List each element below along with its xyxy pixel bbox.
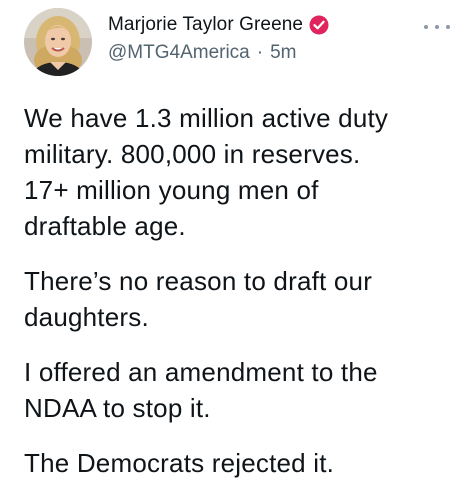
tweet-body: We have 1.3 million active duty military… xyxy=(24,100,454,500)
author-handle[interactable]: @MTG4America xyxy=(108,42,250,64)
meta-separator: · xyxy=(256,42,264,63)
tweet-card: Marjorie Taylor Greene @MTG4America · 5m… xyxy=(0,0,468,500)
verified-badge-icon xyxy=(309,15,329,35)
more-options-icon[interactable] xyxy=(424,22,450,32)
author-name-row: Marjorie Taylor Greene xyxy=(108,12,329,38)
author-display-name[interactable]: Marjorie Taylor Greene xyxy=(108,14,303,36)
tweet-paragraph: We have 1.3 million active duty military… xyxy=(24,103,389,241)
avatar[interactable] xyxy=(24,8,92,76)
tweet-paragraph: There’s no reason to draft our daughters… xyxy=(24,266,373,332)
avatar-image xyxy=(24,8,92,76)
tweet-timestamp[interactable]: 5m xyxy=(270,42,296,64)
tweet-paragraph: I offered an amendment to the NDAA to st… xyxy=(24,357,378,423)
more-dot xyxy=(424,25,428,29)
tweet-meta: @MTG4America · 5m xyxy=(108,42,329,64)
tweet-header: Marjorie Taylor Greene @MTG4America · 5m xyxy=(108,12,329,64)
tweet-paragraph: The Democrats rejected it. xyxy=(24,448,335,478)
more-dot xyxy=(446,25,450,29)
more-dot xyxy=(435,25,439,29)
